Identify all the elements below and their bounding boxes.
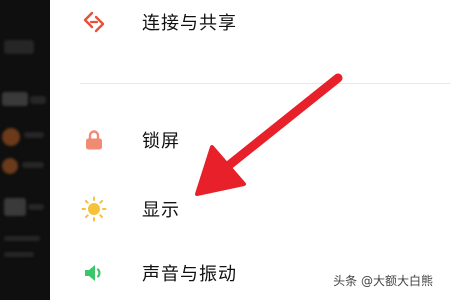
speaker-icon — [80, 259, 108, 287]
lock-icon — [80, 126, 108, 154]
settings-item-lock-screen[interactable]: 锁屏 — [50, 120, 450, 160]
section-divider — [80, 83, 450, 84]
settings-item-label: 锁屏 — [142, 131, 180, 152]
connection-sharing-icon — [80, 8, 108, 36]
settings-item-label: 声音与振动 — [142, 264, 237, 285]
settings-panel: 连接与共享 锁屏 显示 声音与振动 — [50, 0, 450, 300]
settings-item-connection-sharing[interactable]: 连接与共享 — [50, 2, 450, 42]
watermark: 头条 @大额大白熊 — [330, 271, 436, 290]
settings-item-display[interactable]: 显示 — [50, 189, 450, 229]
settings-item-label: 显示 — [142, 200, 180, 221]
background-app-strip — [0, 0, 50, 300]
settings-item-label: 连接与共享 — [142, 13, 237, 34]
sun-icon — [80, 195, 108, 223]
